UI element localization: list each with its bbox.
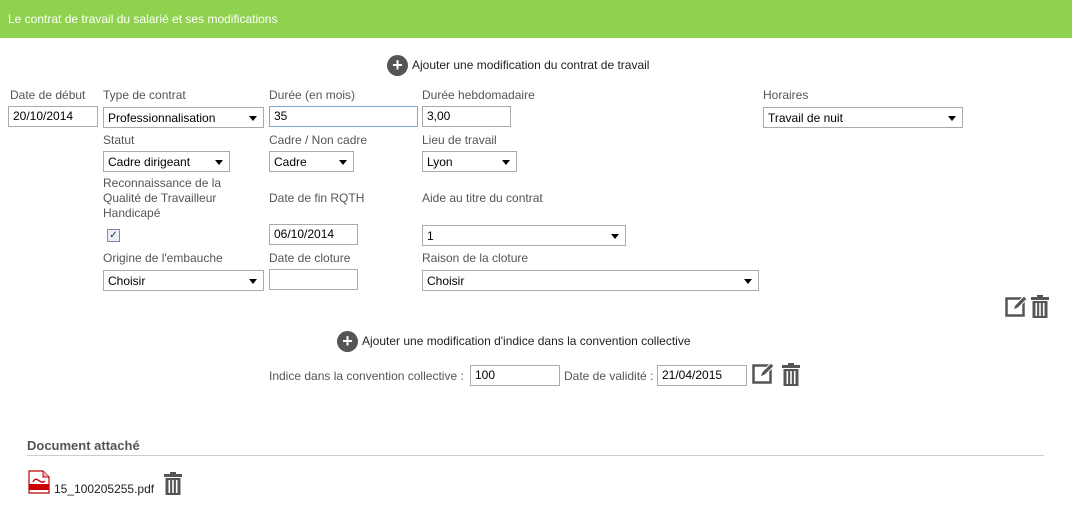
raison-cloture-value: Choisir (427, 274, 465, 288)
raison-cloture-label: Raison de la cloture (422, 251, 529, 265)
origine-value: Choisir (108, 274, 146, 288)
date-debut-label: Date de début (10, 88, 86, 102)
trash-icon[interactable] (164, 472, 182, 495)
date-cloture-input[interactable] (269, 269, 358, 290)
edit-icon[interactable] (1005, 295, 1028, 318)
date-fin-rqth-input[interactable]: 06/10/2014 (269, 224, 358, 245)
duree-hebdo-input[interactable]: 3,00 (422, 106, 511, 127)
date-validite-label: Date de validité : (564, 369, 654, 383)
rqth-checkbox[interactable]: ✓ (107, 229, 120, 242)
chevron-down-icon (948, 116, 956, 121)
attached-file-name[interactable]: 15_100205255.pdf (54, 482, 154, 496)
type-contrat-select[interactable]: Professionnalisation (103, 107, 264, 128)
horaires-select[interactable]: Travail de nuit (763, 107, 963, 128)
indice-input[interactable]: 100 (470, 365, 560, 386)
origine-label: Origine de l'embauche (103, 251, 223, 265)
rqth-label: Reconnaissance de la Qualité de Travaill… (103, 176, 222, 220)
aide-value: 1 (427, 229, 434, 243)
raison-cloture-select[interactable]: Choisir (422, 270, 759, 291)
add-contract-modification-label: Ajouter une modification du contrat de t… (412, 58, 650, 72)
horaires-label: Horaires (763, 88, 809, 102)
plus-circle-icon: + (387, 55, 408, 77)
trash-icon[interactable] (782, 363, 800, 386)
type-contrat-label: Type de contrat (103, 88, 186, 102)
chevron-down-icon (339, 160, 347, 165)
duree-input[interactable]: 35 (269, 106, 418, 127)
cadre-value: Cadre (274, 155, 307, 169)
documents-title: Document attaché (27, 438, 140, 453)
type-contrat-value: Professionnalisation (108, 111, 216, 125)
chevron-down-icon (502, 160, 510, 165)
trash-icon[interactable] (1031, 295, 1049, 318)
statut-select[interactable]: Cadre dirigeant (103, 151, 230, 172)
lieu-select[interactable]: Lyon (422, 151, 517, 172)
lieu-label: Lieu de travail (422, 133, 497, 147)
chevron-down-icon (215, 160, 223, 165)
pdf-file-icon (28, 470, 50, 494)
indice-label: Indice dans la convention collective : (269, 369, 464, 383)
chevron-down-icon (744, 279, 752, 284)
date-cloture-label: Date de cloture (269, 251, 351, 265)
duree-label: Durée (en mois) (269, 88, 356, 102)
statut-label: Statut (103, 133, 135, 147)
cadre-label: Cadre / Non cadre (269, 133, 368, 147)
chevron-down-icon (611, 234, 619, 239)
chevron-down-icon (249, 116, 257, 121)
plus-circle-icon: + (337, 331, 358, 353)
divider (27, 455, 1044, 456)
section-header: Le contrat de travail du salarié et ses … (0, 0, 1072, 38)
aide-label: Aide au titre du contrat (422, 191, 543, 205)
aide-select[interactable]: 1 (422, 225, 626, 246)
origine-select[interactable]: Choisir (103, 270, 264, 291)
statut-value: Cadre dirigeant (108, 155, 191, 169)
date-fin-rqth-label: Date de fin RQTH (269, 191, 365, 205)
add-index-modification-label: Ajouter une modification d'indice dans l… (362, 334, 691, 348)
edit-icon[interactable] (752, 362, 775, 385)
section-title: Le contrat de travail du salarié et ses … (8, 12, 278, 26)
horaires-value: Travail de nuit (768, 111, 843, 125)
duree-hebdo-label: Durée hebdomadaire (422, 88, 535, 102)
add-contract-modification-button[interactable]: + Ajouter une modification du contrat de … (387, 54, 650, 77)
date-validite-input[interactable]: 21/04/2015 (657, 365, 747, 386)
add-index-modification-button[interactable]: + Ajouter une modification d'indice dans … (337, 330, 691, 353)
lieu-value: Lyon (427, 155, 453, 169)
cadre-select[interactable]: Cadre (269, 151, 354, 172)
chevron-down-icon (249, 279, 257, 284)
date-debut-input[interactable]: 20/10/2014 (8, 106, 98, 127)
